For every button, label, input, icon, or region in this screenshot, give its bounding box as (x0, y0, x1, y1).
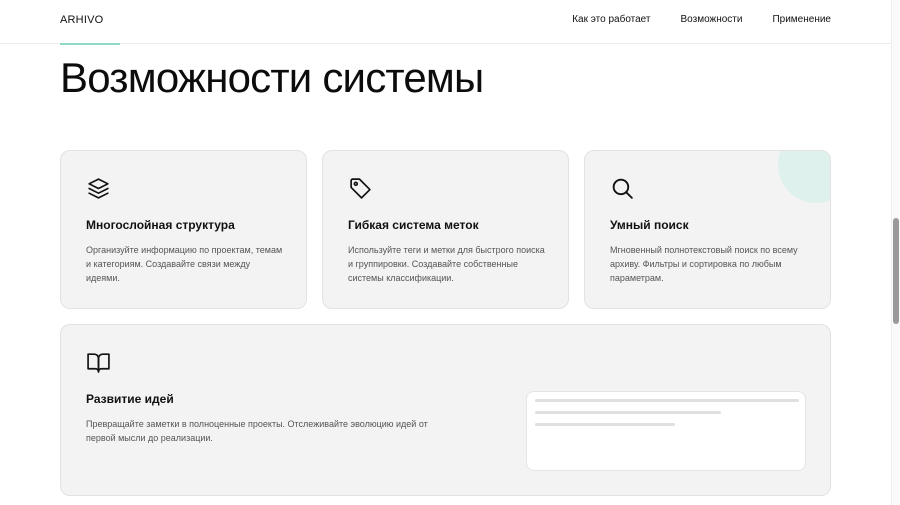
feature-title: Развитие идей (86, 392, 174, 406)
feature-title: Умный поиск (610, 218, 689, 232)
page-title: Возможности системы (60, 54, 484, 101)
page-scrollbar[interactable] (891, 0, 900, 505)
top-navigation-bar: ARHIVO Как это работает Возможности Прим… (0, 0, 891, 44)
feature-card-search: Умный поиск Мгновенный полнотекстовый по… (584, 150, 831, 309)
preview-line (535, 423, 675, 426)
feature-card-idea-development: Развитие идей Превращайте заметки в полн… (60, 324, 831, 496)
feature-description: Организуйте информацию по проектам, тема… (86, 245, 283, 283)
feature-description: Используйте теги и метки для быстрого по… (348, 245, 545, 283)
book-open-icon (86, 350, 111, 375)
feature-description: Превращайте заметки в полноценные проект… (86, 419, 428, 443)
feature-title: Многослойная структура (86, 218, 235, 232)
accent-underline (60, 43, 120, 45)
main-nav: Как это работает Возможности Применение (572, 14, 831, 25)
logo[interactable]: ARHIVO (60, 14, 103, 26)
feature-card-layers: Многослойная структура Организуйте инфор… (60, 150, 307, 309)
preview-line (535, 399, 799, 402)
nav-link-features[interactable]: Возможности (681, 14, 743, 25)
layers-icon (86, 176, 111, 201)
feature-description: Мгновенный полнотекстовый поиск по всему… (610, 245, 798, 283)
feature-title: Гибкая система меток (348, 218, 479, 232)
nav-link-usage[interactable]: Применение (772, 14, 831, 25)
decorative-circle (778, 151, 830, 203)
scrollbar-thumb[interactable] (893, 218, 899, 324)
nav-link-how-it-works[interactable]: Как это работает (572, 14, 650, 25)
tag-icon (348, 176, 373, 201)
feature-card-tags: Гибкая система меток Используйте теги и … (322, 150, 569, 309)
idea-preview-card (526, 391, 806, 471)
search-icon (610, 176, 635, 201)
preview-line (535, 411, 721, 414)
